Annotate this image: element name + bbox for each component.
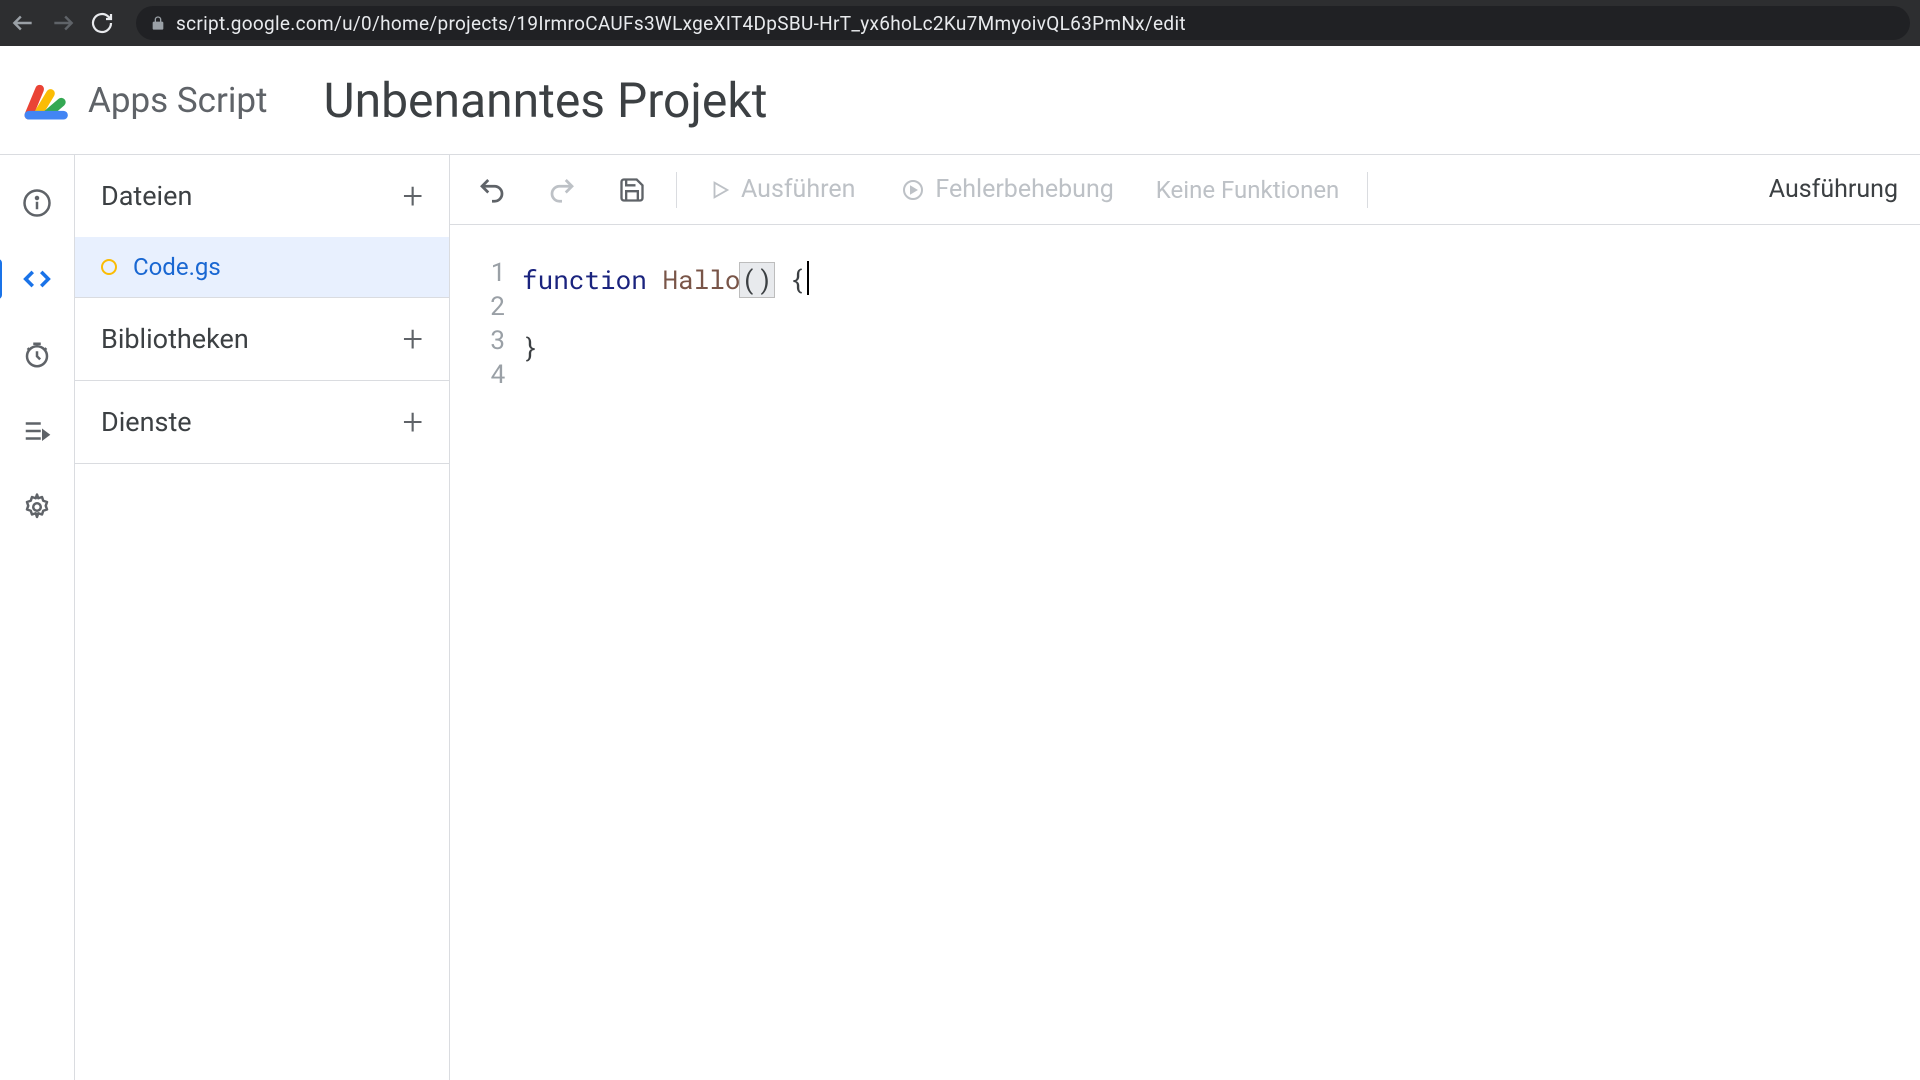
address-bar[interactable]: script.google.com/u/0/home/projects/19Ir…	[136, 6, 1910, 40]
unsaved-indicator-icon	[101, 259, 117, 275]
undo-button[interactable]	[472, 170, 512, 210]
add-library-button[interactable]: +	[403, 318, 423, 360]
app-header: Apps Script Unbenanntes Projekt	[0, 46, 1920, 154]
triggers-icon[interactable]	[17, 335, 57, 375]
services-label: Dienste	[101, 406, 192, 438]
forward-button[interactable]	[50, 10, 76, 36]
reload-button[interactable]	[90, 11, 114, 35]
url-text: script.google.com/u/0/home/projects/19Ir…	[176, 12, 1186, 35]
file-item-code[interactable]: Code.gs	[75, 237, 449, 297]
settings-icon[interactable]	[17, 487, 57, 527]
run-label: Ausführen	[741, 175, 855, 204]
execution-log-button[interactable]: Ausführung	[1769, 175, 1898, 204]
file-name: Code.gs	[133, 253, 221, 281]
executions-icon[interactable]	[17, 411, 57, 451]
save-button[interactable]	[612, 170, 652, 210]
project-name[interactable]: Unbenanntes Projekt	[323, 72, 767, 129]
files-section-header: Dateien +	[75, 155, 449, 237]
add-service-button[interactable]: +	[403, 401, 423, 443]
apps-script-logo	[18, 74, 70, 126]
overview-icon[interactable]	[17, 183, 57, 223]
editor-pane: Ausführen Fehlerbehebung Keine Funktione…	[450, 155, 1920, 1080]
sidebar: Dateien + Code.gs Bibliotheken + Dienste…	[75, 155, 450, 1080]
add-file-button[interactable]: +	[403, 175, 423, 217]
run-button[interactable]: Ausführen	[701, 169, 863, 210]
editor-toolbar: Ausführen Fehlerbehebung Keine Funktione…	[450, 155, 1920, 225]
redo-button[interactable]	[542, 170, 582, 210]
main-area: Dateien + Code.gs Bibliotheken + Dienste…	[0, 154, 1920, 1080]
function-selector[interactable]: Keine Funktionen	[1152, 176, 1344, 204]
code-editor[interactable]: 1 2 3 4 function Hallo() { }	[450, 225, 1920, 1080]
libraries-label: Bibliotheken	[101, 323, 249, 355]
line-gutter: 1 2 3 4	[450, 255, 522, 1080]
editor-icon[interactable]	[17, 259, 57, 299]
libraries-section-header: Bibliotheken +	[75, 298, 449, 380]
app-title: Apps Script	[88, 80, 267, 121]
text-cursor	[807, 261, 809, 295]
services-section-header: Dienste +	[75, 381, 449, 463]
code-content[interactable]: function Hallo() { }	[522, 255, 1920, 1080]
back-button[interactable]	[10, 10, 36, 36]
lock-icon	[150, 14, 166, 32]
files-label: Dateien	[101, 180, 192, 212]
left-rail	[0, 155, 75, 1080]
browser-toolbar: script.google.com/u/0/home/projects/19Ir…	[0, 0, 1920, 46]
debug-button[interactable]: Fehlerbehebung	[893, 169, 1121, 210]
debug-label: Fehlerbehebung	[935, 175, 1113, 204]
